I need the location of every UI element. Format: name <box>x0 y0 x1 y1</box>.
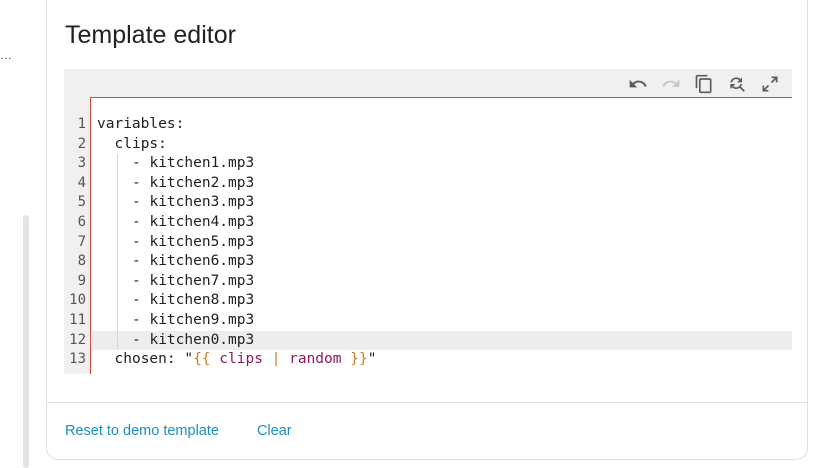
truncated-text: … <box>0 48 12 62</box>
clear-button[interactable]: Clear <box>257 423 292 439</box>
code-line[interactable]: 6 - kitchen4.mp3 <box>64 212 792 233</box>
code-line[interactable]: 12 - kitchen0.mp3 <box>64 330 792 351</box>
indent-guide <box>116 154 118 174</box>
line-number: 7 <box>77 233 86 250</box>
code-text: chosen: "{{ clips | random }}" <box>92 350 792 370</box>
code-token-tpl-open: {{ <box>193 351 211 368</box>
code-text: - kitchen0.mp3 <box>92 330 792 351</box>
indent-guide <box>116 271 118 292</box>
code-line[interactable]: 7 - kitchen5.mp3 <box>64 232 792 253</box>
card-title: Template editor <box>65 21 236 49</box>
code-token-tpl-close: }} <box>350 351 368 368</box>
left-panel: … <box>0 0 29 468</box>
code-line[interactable]: 11 - kitchen9.mp3 <box>64 310 792 331</box>
scrollbar[interactable] <box>23 215 29 468</box>
code-token: - kitchen3.mp3 <box>132 194 255 211</box>
indent-guide <box>116 252 118 272</box>
line-number: 1 <box>77 116 86 132</box>
line-number: 11 <box>69 311 86 328</box>
code-text: - kitchen1.mp3 <box>92 154 792 174</box>
code-token-tpl-var: clips <box>210 351 272 368</box>
code-editor[interactable]: 1 variables: 2 clips: 3 - kitchen1.mp3 4 - kitc… <box>64 69 792 374</box>
code-text: - kitchen3.mp3 <box>92 193 792 213</box>
code-lines: 1 variables: 2 clips: 3 - kitchen1.mp3 4 - kitc… <box>64 115 792 370</box>
code-text: - kitchen2.mp3 <box>92 173 792 194</box>
line-number: 13 <box>69 351 86 368</box>
code-line[interactable]: 2 clips: <box>64 135 792 155</box>
code-line[interactable]: 3 - kitchen1.mp3 <box>64 154 792 174</box>
copy-icon[interactable] <box>687 69 720 99</box>
line-number: 8 <box>77 253 86 270</box>
code-line[interactable]: 1 variables: <box>64 115 792 135</box>
code-token: - kitchen6.mp3 <box>132 253 255 270</box>
code-token: - kitchen8.mp3 <box>132 292 255 309</box>
code-token: variables: <box>97 116 185 132</box>
indent-guide <box>116 291 118 311</box>
code-line[interactable]: 13 chosen: "{{ clips | random }}" <box>64 350 792 370</box>
indent-guide <box>116 173 118 194</box>
line-number: 12 <box>69 331 86 348</box>
line-number: 10 <box>69 292 86 309</box>
code-token: - kitchen2.mp3 <box>132 174 255 191</box>
line-number: 6 <box>77 213 86 230</box>
code-line[interactable]: 10 - kitchen8.mp3 <box>64 291 792 311</box>
fullscreen-icon[interactable] <box>753 69 786 99</box>
card-divider <box>47 402 807 403</box>
indent-guide <box>116 212 118 233</box>
indent-guide <box>116 330 118 351</box>
indent-guide <box>116 193 118 213</box>
code-text: - kitchen8.mp3 <box>92 291 792 311</box>
line-number: 3 <box>77 155 86 172</box>
code-text: - kitchen7.mp3 <box>92 271 792 292</box>
code-token: - kitchen1.mp3 <box>132 155 255 172</box>
code-line[interactable]: 8 - kitchen6.mp3 <box>64 252 792 272</box>
code-token: clips: <box>114 135 167 152</box>
code-token-tpl-filter: random <box>280 351 351 368</box>
code-token-tail: " <box>367 351 377 368</box>
template-editor-card: Template editor 1 variables: 2 clips: 3 - kit… <box>46 0 808 460</box>
code-token: - kitchen4.mp3 <box>132 213 255 230</box>
code-token: - kitchen7.mp3 <box>132 272 255 289</box>
line-number: 5 <box>77 194 86 211</box>
code-text: - kitchen9.mp3 <box>92 310 792 331</box>
code-line[interactable]: 5 - kitchen3.mp3 <box>64 193 792 213</box>
code-text: variables: <box>92 115 792 135</box>
code-text: - kitchen4.mp3 <box>92 212 792 233</box>
indent-guide <box>116 232 118 253</box>
code-line[interactable]: 4 - kitchen2.mp3 <box>64 173 792 194</box>
code-token: - kitchen5.mp3 <box>132 233 255 250</box>
code-token: - kitchen0.mp3 <box>132 331 255 348</box>
line-number: 2 <box>77 135 86 152</box>
code-line[interactable]: 9 - kitchen7.mp3 <box>64 271 792 292</box>
code-text: - kitchen6.mp3 <box>92 252 792 272</box>
editor-toolbar <box>621 69 786 99</box>
code-token: - kitchen9.mp3 <box>132 311 255 328</box>
code-text: clips: <box>92 135 792 155</box>
redo-icon[interactable] <box>654 69 687 99</box>
reset-demo-button[interactable]: Reset to demo template <box>65 423 219 439</box>
indent-guide <box>116 310 118 331</box>
find-replace-icon[interactable] <box>720 69 753 99</box>
card-actions: Reset to demo template Clear <box>65 423 292 439</box>
undo-icon[interactable] <box>621 69 654 99</box>
code-text: - kitchen5.mp3 <box>92 232 792 253</box>
line-number: 4 <box>77 174 86 191</box>
line-number: 9 <box>77 272 86 289</box>
code-token-key: chosen: " <box>114 351 194 368</box>
